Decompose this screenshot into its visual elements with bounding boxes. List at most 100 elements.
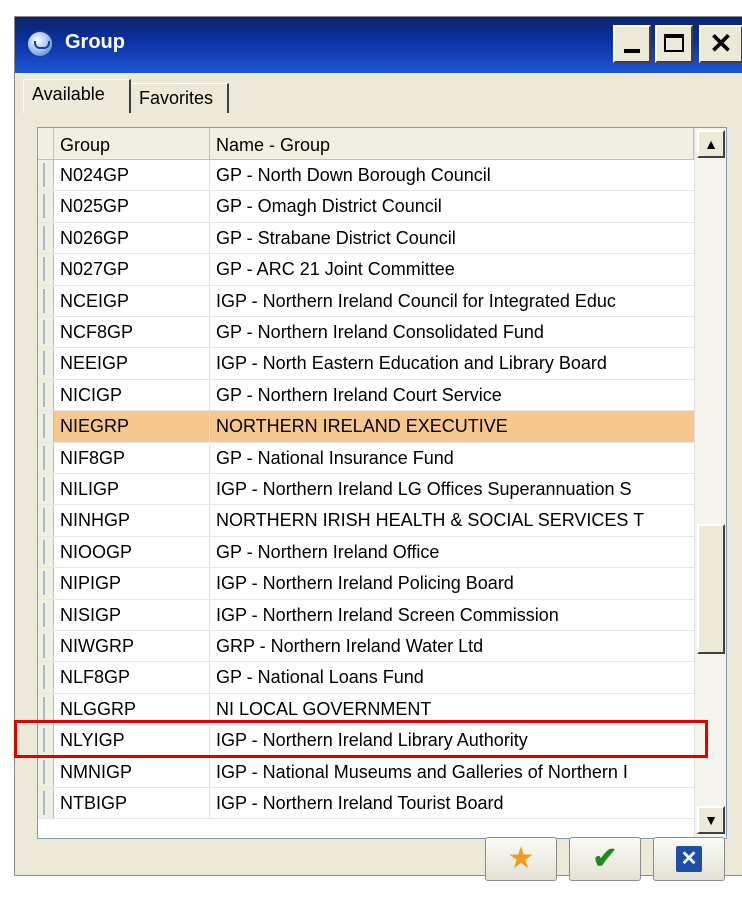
tab-favorites[interactable]: Favorites <box>131 83 229 113</box>
row-indicator <box>38 191 54 222</box>
group-code-cell: NCF8GP <box>54 317 210 348</box>
table-row[interactable]: NLF8GP GP - National Loans Fund <box>38 662 694 694</box>
close-icon: ✕ <box>676 846 702 872</box>
app-icon <box>27 31 53 57</box>
group-code-cell: NTBIGP <box>54 788 210 819</box>
group-name-cell: IGP - National Museums and Galleries of … <box>216 761 628 782</box>
group-grid: Group Name - Group N024GP GP - North Down… <box>37 127 727 839</box>
row-indicator <box>38 756 54 787</box>
minimize-button[interactable] <box>613 25 651 63</box>
row-indicator <box>38 379 54 411</box>
table-row[interactable]: NIF8GP GP - National Insurance Fund <box>38 442 694 474</box>
table-row[interactable]: NIPIGP IGP - Northern Ireland Policing Bo… <box>38 568 694 600</box>
table-row[interactable]: NILIGP IGP - Northern Ireland LG Offices … <box>38 474 694 506</box>
row-indicator <box>38 222 54 254</box>
row-indicator <box>38 693 54 725</box>
group-code-cell: NINHGP <box>54 505 210 536</box>
row-indicator <box>38 254 54 285</box>
group-name-cell: IGP - Northern Ireland LG Offices Supera… <box>216 479 632 499</box>
table-row[interactable]: NEEIGP IGP - North Eastern Education and … <box>38 348 694 380</box>
group-code-cell: NCEIGP <box>54 285 210 316</box>
row-indicator <box>38 599 54 630</box>
add-favorite-button[interactable]: ★ <box>485 837 557 881</box>
column-header-name[interactable]: Name - Group <box>210 128 694 160</box>
cancel-button[interactable]: ✕ <box>653 837 725 881</box>
group-code-cell: NEEIGP <box>54 348 210 379</box>
group-code-cell: NILIGP <box>54 474 210 505</box>
table-row[interactable]: N024GP GP - North Down Borough Council <box>38 160 694 192</box>
row-indicator <box>38 474 54 505</box>
group-code-cell: NIF8GP <box>54 442 210 473</box>
table-row[interactable]: NCEIGP IGP - Northern Ireland Council for… <box>38 285 694 317</box>
table-row[interactable]: NIEGRP NORTHERN IRELAND EXECUTIVE <box>38 411 694 443</box>
maximize-button[interactable] <box>655 25 693 63</box>
group-name-cell: NORTHERN IRELAND EXECUTIVE <box>210 411 694 442</box>
table-row[interactable]: N026GP GP - Strabane District Council <box>38 222 694 255</box>
table-row[interactable]: NISIGP IGP - Northern Ireland Screen Comm… <box>38 599 694 631</box>
table-row[interactable]: NLYIGP IGP - Northern Ireland Library Aut… <box>38 725 694 757</box>
group-name-cell: IGP - Northern Ireland Council for Integ… <box>216 290 616 311</box>
group-code-cell: NIEGRP <box>54 411 210 442</box>
group-name-cell: GP - ARC 21 Joint Committee <box>216 259 455 280</box>
group-name-cell: GP - Northern Ireland Court Service <box>216 384 502 405</box>
row-indicator <box>38 662 54 693</box>
table-row[interactable]: NICIGP GP - Northern Ireland Court Servic… <box>38 379 694 412</box>
close-button[interactable]: ✕ <box>699 25 742 63</box>
arrow-up-icon: ▲ <box>704 136 718 152</box>
group-name-cell: GP - National Loans Fund <box>216 667 424 688</box>
title-bar[interactable]: Group ✕ <box>15 17 742 73</box>
close-icon: ✕ <box>709 28 733 59</box>
row-indicator <box>38 536 54 568</box>
tab-available[interactable]: Available <box>23 79 131 113</box>
group-name-cell: NORTHERN IRISH HEALTH & SOCIAL SERVICES … <box>216 510 645 531</box>
group-code-cell: NIOOGP <box>54 536 210 568</box>
group-name-cell: IGP - Northern Ireland Screen Commission <box>216 604 559 625</box>
table-row[interactable]: N025GP GP - Omagh District Council <box>38 191 694 223</box>
row-indicator <box>38 725 54 756</box>
table-row[interactable]: NMNIGP IGP - National Museums and Galleri… <box>38 756 694 788</box>
check-icon: ✔ <box>592 842 618 875</box>
row-indicator <box>38 317 54 348</box>
group-name-cell: GRP - Northern Ireland Water Ltd <box>216 636 484 656</box>
tab-strip: Available Favorites <box>15 79 742 113</box>
table-row[interactable]: NLGGRP NI LOCAL GOVERNMENT <box>38 693 694 726</box>
group-code-cell: N025GP <box>54 191 210 222</box>
group-code-cell: NIPIGP <box>54 568 210 599</box>
group-code-cell: NIWGRP <box>54 631 210 662</box>
group-code-cell: N026GP <box>54 222 210 254</box>
vertical-scrollbar[interactable]: ▲ ▼ <box>694 128 726 838</box>
row-indicator <box>38 411 54 442</box>
scroll-down-button[interactable]: ▼ <box>697 806 725 834</box>
group-code-cell: NLF8GP <box>54 662 210 693</box>
group-code-cell: NICIGP <box>54 379 210 411</box>
row-indicator <box>38 568 54 599</box>
grid-header: Group Name - Group <box>38 128 694 160</box>
group-name-cell: GP - Omagh District Council <box>216 196 442 217</box>
group-code-cell: NLYIGP <box>54 725 210 756</box>
grid-rows: N024GP GP - North Down Borough Council N02… <box>38 160 694 838</box>
row-indicator <box>38 505 54 536</box>
row-indicator <box>38 442 54 473</box>
table-row[interactable]: NIOOGP GP - Northern Ireland Office <box>38 536 694 569</box>
group-code-cell: NISIGP <box>54 599 210 630</box>
group-name-cell: GP - Northern Ireland Consolidated Fund <box>216 322 544 342</box>
table-row[interactable]: NTBIGP IGP - Northern Ireland Tourist Boa… <box>38 788 694 820</box>
group-code-cell: NMNIGP <box>54 756 210 787</box>
group-name-cell: GP - Northern Ireland Office <box>216 541 440 562</box>
table-row[interactable]: NIWGRP GRP - Northern Ireland Water Ltd <box>38 631 694 663</box>
row-indicator <box>38 631 54 662</box>
group-name-cell: IGP - North Eastern Education and Librar… <box>216 353 607 374</box>
table-row[interactable]: NINHGP NORTHERN IRISH HEALTH & SOCIAL SER… <box>38 505 694 537</box>
group-code-cell: NLGGRP <box>54 693 210 725</box>
table-row[interactable]: N027GP GP - ARC 21 Joint Committee <box>38 254 694 286</box>
group-name-cell: IGP - Northern Ireland Library Authority <box>216 730 528 751</box>
group-name-cell: IGP - Northern Ireland Policing Board <box>216 573 514 594</box>
row-indicator <box>38 348 54 379</box>
table-row[interactable]: NCF8GP GP - Northern Ireland Consolidated… <box>38 317 694 349</box>
group-code-cell: N024GP <box>54 160 210 191</box>
scroll-up-button[interactable]: ▲ <box>697 130 725 158</box>
column-header-group[interactable]: Group <box>54 128 210 160</box>
arrow-down-icon: ▼ <box>704 812 718 828</box>
ok-button[interactable]: ✔ <box>569 837 641 881</box>
scroll-thumb[interactable] <box>697 524 725 654</box>
